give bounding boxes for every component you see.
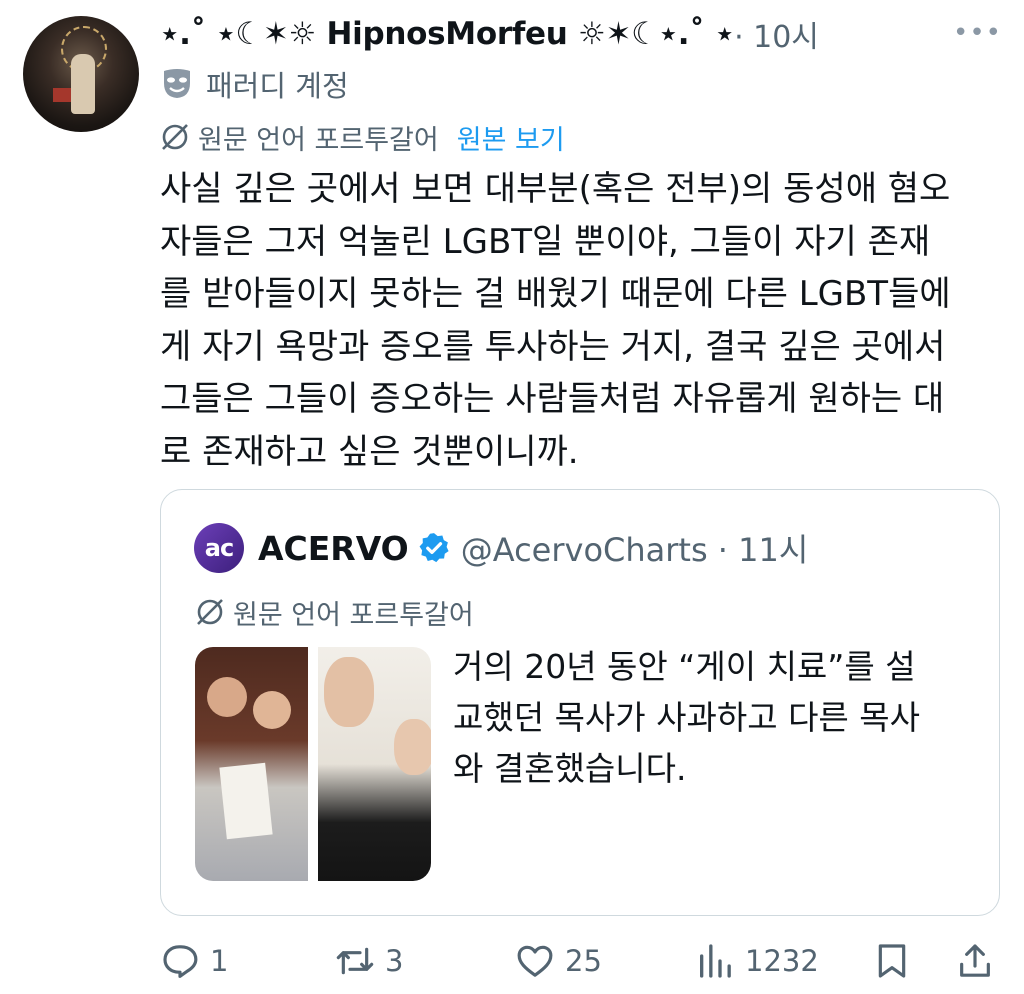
quoted-media[interactable] [195, 647, 431, 881]
views-count: 1232 [745, 944, 819, 978]
like-count: 25 [565, 944, 602, 978]
share-button[interactable] [955, 936, 1005, 986]
globe-slash-icon [197, 599, 223, 625]
photo-person [394, 719, 431, 775]
photo-person [253, 691, 291, 729]
translation-notice: 원문 언어 포르투갈어 원본 보기 [160, 115, 565, 159]
repost-count: 3 [385, 944, 404, 978]
repost-button[interactable]: 3 [335, 936, 403, 986]
reply-count: 1 [210, 944, 229, 978]
quoted-translated-from-text: 원문 언어 포르투갈어 [233, 599, 474, 631]
tweet-header: ⋆.˚ ⋆☾✶☼ HipnosMorfeu ☼✶☾⋆.˚ ⋆ · 10시 [160, 12, 1010, 56]
translated-from-text: 원문 언어 포르투갈어 [198, 124, 439, 156]
like-button[interactable]: 25 [515, 936, 602, 986]
bookmark-icon [878, 944, 906, 978]
quoted-tweet[interactable]: ac ACERVO @AcervoCharts · 11시 원문 언어 포르투갈… [160, 489, 1000, 916]
repost-icon [336, 947, 374, 975]
quoted-handle-time[interactable]: @AcervoCharts · 11시 [461, 525, 809, 571]
share-icon [960, 944, 990, 977]
reply-button[interactable]: 1 [160, 936, 228, 986]
avatar[interactable] [23, 16, 139, 132]
parody-label-text: 패러디 계정 [206, 69, 349, 103]
author-name[interactable]: ⋆.˚ ⋆☾✶☼ HipnosMorfeu ☼✶☾⋆.˚ ⋆ [160, 16, 734, 52]
more-options-icon[interactable]: ••• [953, 18, 1002, 48]
tweet-body: 사실 깊은 곳에서 보면 대부분(혹은 전부)의 동성애 혐오 자들은 그저 억… [160, 169, 951, 472]
photo-person [324, 657, 374, 727]
tweet-time[interactable]: · 10시 [734, 12, 819, 56]
quoted-avatar[interactable]: ac [194, 523, 244, 573]
heart-icon [517, 945, 553, 977]
views-button[interactable]: 1232 [695, 936, 819, 986]
photo-person [207, 677, 247, 717]
quoted-tweet-header: ac ACERVO @AcervoCharts · 11시 [194, 518, 808, 578]
view-original-link[interactable]: 원본 보기 [457, 118, 565, 157]
quoted-author-name[interactable]: ACERVO [258, 529, 409, 568]
reply-icon [163, 945, 198, 978]
avatar-book [53, 88, 71, 102]
views-icon [700, 944, 731, 978]
photo-divider [308, 647, 318, 881]
mask-icon [164, 69, 190, 98]
action-bar: 1 3 25 1232 [160, 936, 1000, 986]
verified-badge-icon [419, 533, 449, 563]
avatar-figure [71, 54, 95, 114]
quoted-photo-right[interactable] [318, 647, 431, 881]
globe-slash-icon [162, 124, 188, 150]
bookmark-button[interactable] [872, 936, 922, 986]
photo-document [219, 762, 273, 840]
quoted-photo-left[interactable] [195, 647, 308, 881]
parody-label: 패러디 계정 [160, 62, 349, 106]
quoted-tweet-text: 거의 20년 동안 “게이 치료”를 설 교했던 목사가 사과하고 다른 목사 … [453, 647, 920, 788]
quoted-translation-notice: 원문 언어 포르투갈어 [195, 590, 474, 634]
